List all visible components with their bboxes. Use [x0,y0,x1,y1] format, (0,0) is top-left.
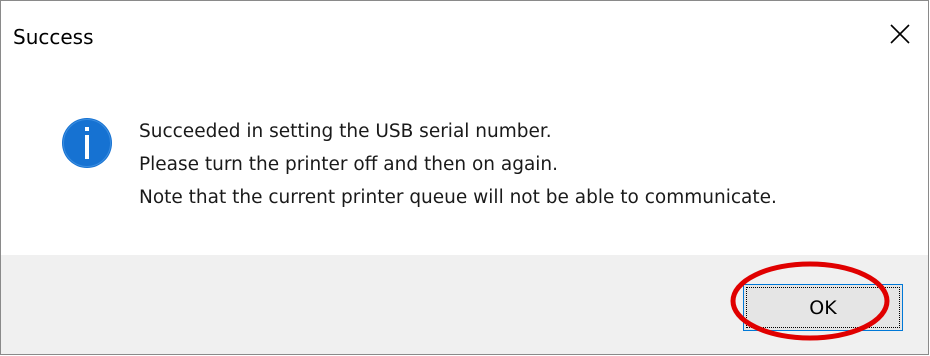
close-button[interactable] [872,9,928,59]
message-text: Succeeded in setting the USB serial numb… [139,115,777,214]
message-line: Succeeded in setting the USB serial numb… [139,121,552,142]
message-line: Note that the current printer queue will… [139,187,777,208]
success-dialog: Success Succeeded in setting the USB ser… [0,0,929,355]
ok-button-label: OK [746,287,900,328]
button-bar: OK [1,255,928,354]
dialog-title: Success [13,25,94,49]
dialog-content: Succeeded in setting the USB serial numb… [1,75,928,255]
message-line: Please turn the printer off and then on … [139,154,559,175]
title-bar: Success [1,1,928,75]
info-icon [62,118,112,168]
close-icon [890,24,910,44]
ok-button[interactable]: OK [743,284,903,331]
